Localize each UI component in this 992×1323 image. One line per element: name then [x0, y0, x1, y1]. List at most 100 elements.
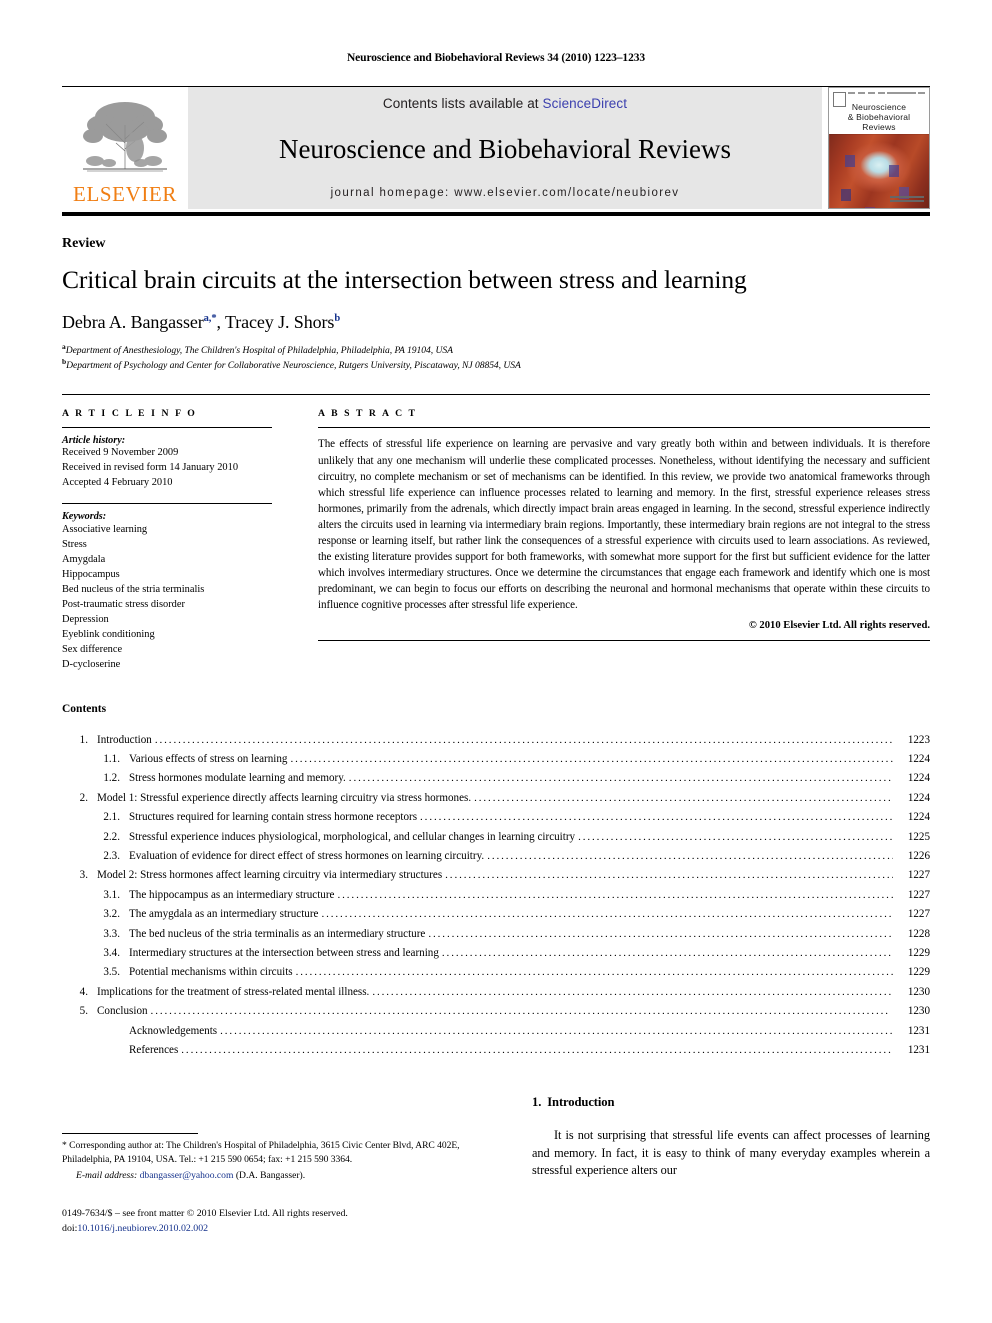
affiliation-b: bDepartment of Psychology and Center for… — [62, 357, 930, 372]
toc-entry-number: 3.1. — [103, 888, 120, 901]
keyword-item: Bed nucleus of the stria terminalis — [62, 584, 205, 596]
toc-entry[interactable]: 1. Introduction..........................… — [62, 731, 930, 750]
toc-entry-label: Acknowledgements — [129, 1024, 218, 1037]
affiliation-text-a: Department of Anesthesiology, The Childr… — [65, 344, 453, 356]
article-info-label: A R T I C L E I N F O — [62, 408, 197, 420]
toc-entry[interactable]: Acknowledgements........................… — [62, 1022, 930, 1041]
toc-leader-dots: ........................................… — [372, 985, 893, 998]
toc-entry-label: Implications for the treatment of stress… — [97, 985, 370, 998]
author-name-1: Debra A. Bangasser — [62, 311, 204, 332]
toc-entry-page: 1227 — [907, 908, 930, 921]
issn-line: 0149-7634/$ – see front matter © 2010 El… — [62, 1208, 348, 1219]
toc-leader-dots: ........................................… — [578, 830, 893, 843]
cover-footer-marks — [890, 196, 924, 204]
abstract-label: A B S T R A C T — [318, 408, 418, 420]
email-label: E-mail address: — [76, 1170, 138, 1181]
issn-copyright-block: 0149-7634/$ – see front matter © 2010 El… — [62, 1207, 476, 1237]
toc-leader-dots: ........................................… — [181, 1044, 893, 1057]
cover-footer-rule-2 — [890, 200, 924, 202]
abstract-column: A B S T R A C T The effects of stressful… — [318, 395, 930, 672]
toc-entry-number: 1.2. — [103, 772, 120, 785]
toc-entry-number: 3.4. — [103, 947, 120, 960]
toc-entry-page: 1227 — [907, 888, 930, 901]
toc-entry[interactable]: 2.2. Stressful experience induces physiol… — [62, 828, 930, 847]
toc-entry-label: Model 1: Stressful experience directly a… — [97, 791, 472, 804]
toc-entry-number: 3. — [79, 869, 88, 882]
keyword-item: Amygdala — [62, 553, 106, 565]
toc-leader-dots: ........................................… — [348, 772, 893, 785]
cover-title-line-2: & Biobehavioral — [847, 112, 911, 122]
journal-title: Neuroscience and Biobehavioral Reviews — [278, 133, 732, 164]
toc-entry[interactable]: 3.3. The bed nucleus of the stria termina… — [62, 925, 930, 944]
toc-entry[interactable]: 4. Implications for the treatment of stre… — [62, 983, 930, 1002]
footnote-column: * Corresponding author at: The Children'… — [62, 1095, 476, 1237]
keyword-item: D-cycloserine — [62, 659, 121, 671]
author-name-2: Tracey J. Shors — [224, 311, 335, 332]
toc-entry[interactable]: 1.2. Stress hormones modulate learning an… — [62, 769, 930, 788]
keyword-item: Eyeblink conditioning — [62, 629, 155, 641]
article-history-heading: Article history: — [62, 435, 126, 447]
toc-entry-label: Intermediary structures at the intersect… — [129, 947, 439, 960]
cover-header-text-right — [887, 92, 926, 94]
toc-leader-dots: ........................................… — [150, 1005, 890, 1018]
keywords-heading: Keywords: — [62, 510, 107, 522]
corresponding-author-note: * Corresponding author at: The Children'… — [62, 1140, 460, 1165]
author-sup-2[interactable]: b — [334, 313, 340, 324]
masthead-bottom-rule — [62, 212, 930, 216]
contents-heading: Contents — [62, 702, 107, 715]
toc-entry-page: 1224 — [907, 791, 930, 804]
history-received: Received 9 November 2009 — [62, 447, 179, 459]
toc-entry-label: References — [129, 1044, 179, 1057]
journal-cover-thumbnail: Neuroscience & Biobehavioral Reviews — [828, 87, 930, 209]
toc-entry-number: 4. — [79, 985, 88, 998]
toc-entry[interactable]: 2.1. Structures required for learning con… — [62, 808, 930, 827]
toc-entry-page: 1224 — [907, 752, 930, 765]
toc-entry-label: Model 2: Stress hormones affect learning… — [97, 869, 443, 882]
doi-label: doi: — [62, 1222, 78, 1234]
toc-entry[interactable]: 3.2. The amygdala as an intermediary stru… — [62, 905, 930, 924]
author-sup-1[interactable]: a,* — [204, 313, 217, 324]
keywords-block: Keywords: Associative learning Stress Am… — [62, 511, 272, 673]
email-attribution: (D.A. Bangasser). — [235, 1170, 306, 1181]
toc-entry[interactable]: 2. Model 1: Stressful experience directly… — [62, 789, 930, 808]
toc-entry[interactable]: 3. Model 2: Stress hormones affect learni… — [62, 866, 930, 885]
introduction-heading: 1. Introduction — [532, 1095, 930, 1110]
cover-header: Neuroscience & Biobehavioral Reviews — [829, 88, 929, 134]
cover-footer-rule-1 — [890, 196, 924, 198]
toc-entry[interactable]: 1.1. Various effects of stress on learnin… — [62, 750, 930, 769]
abstract-rule — [318, 427, 930, 429]
author-list: Debra A. Bangassera,*, Tracey J. Shorsb — [62, 311, 341, 332]
toc-entry[interactable]: 3.4. Intermediary structures at the inter… — [62, 944, 930, 963]
page-title: Critical brain circuits at the intersect… — [62, 265, 747, 294]
elsevier-logo: ELSEVIER — [62, 87, 188, 209]
toc-leader-dots: ........................................… — [220, 1024, 893, 1037]
toc-leader-dots: ........................................… — [321, 908, 893, 921]
toc-entry-label: Various effects of stress on learning — [129, 752, 288, 765]
toc-entry-page: 1231 — [907, 1024, 930, 1037]
journal-homepage-link[interactable]: journal homepage: www.elsevier.com/locat… — [331, 187, 680, 199]
paper-page: Neuroscience and Biobehavioral Reviews 3… — [0, 0, 992, 1323]
introduction-paragraph: It is not surprising that stressful life… — [532, 1128, 930, 1178]
toc-entry-label: The amygdala as an intermediary structur… — [129, 908, 319, 921]
keyword-item: Hippocampus — [62, 569, 120, 580]
elsevier-wordmark: ELSEVIER — [73, 182, 177, 206]
toc-entry-page: 1223 — [907, 733, 930, 746]
toc-entry-label: Evaluation of evidence for direct effect… — [129, 849, 485, 862]
toc-entry[interactable]: 5. Conclusion............................… — [62, 1002, 930, 1021]
running-head: Neuroscience and Biobehavioral Reviews 3… — [346, 52, 646, 64]
toc-leader-dots: ........................................… — [428, 927, 893, 940]
toc-entry-number: 2. — [79, 791, 88, 804]
abstract-bottom-rule — [318, 640, 930, 642]
doi-link[interactable]: 10.1016/j.neubiorev.2010.02.002 — [77, 1223, 208, 1234]
affiliation-a: aDepartment of Anesthesiology, The Child… — [62, 342, 930, 357]
toc-entry[interactable]: 3.1. The hippocampus as an intermediary s… — [62, 886, 930, 905]
toc-entry[interactable]: References..............................… — [62, 1041, 930, 1060]
toc-entry[interactable]: 3.5. Potential mechanisms within circuits… — [62, 963, 930, 982]
toc-leader-dots: ........................................… — [290, 752, 893, 765]
author-email-link[interactable]: dbangasser@yahoo.com — [140, 1170, 234, 1181]
journal-banner: Contents lists available at ScienceDirec… — [188, 87, 822, 209]
sciencedirect-link[interactable]: ScienceDirect — [543, 96, 628, 111]
toc-entry[interactable]: 2.3. Evaluation of evidence for direct ef… — [62, 847, 930, 866]
keyword-item: Stress — [62, 538, 87, 550]
toc-entry-number: 2.2. — [103, 830, 120, 843]
